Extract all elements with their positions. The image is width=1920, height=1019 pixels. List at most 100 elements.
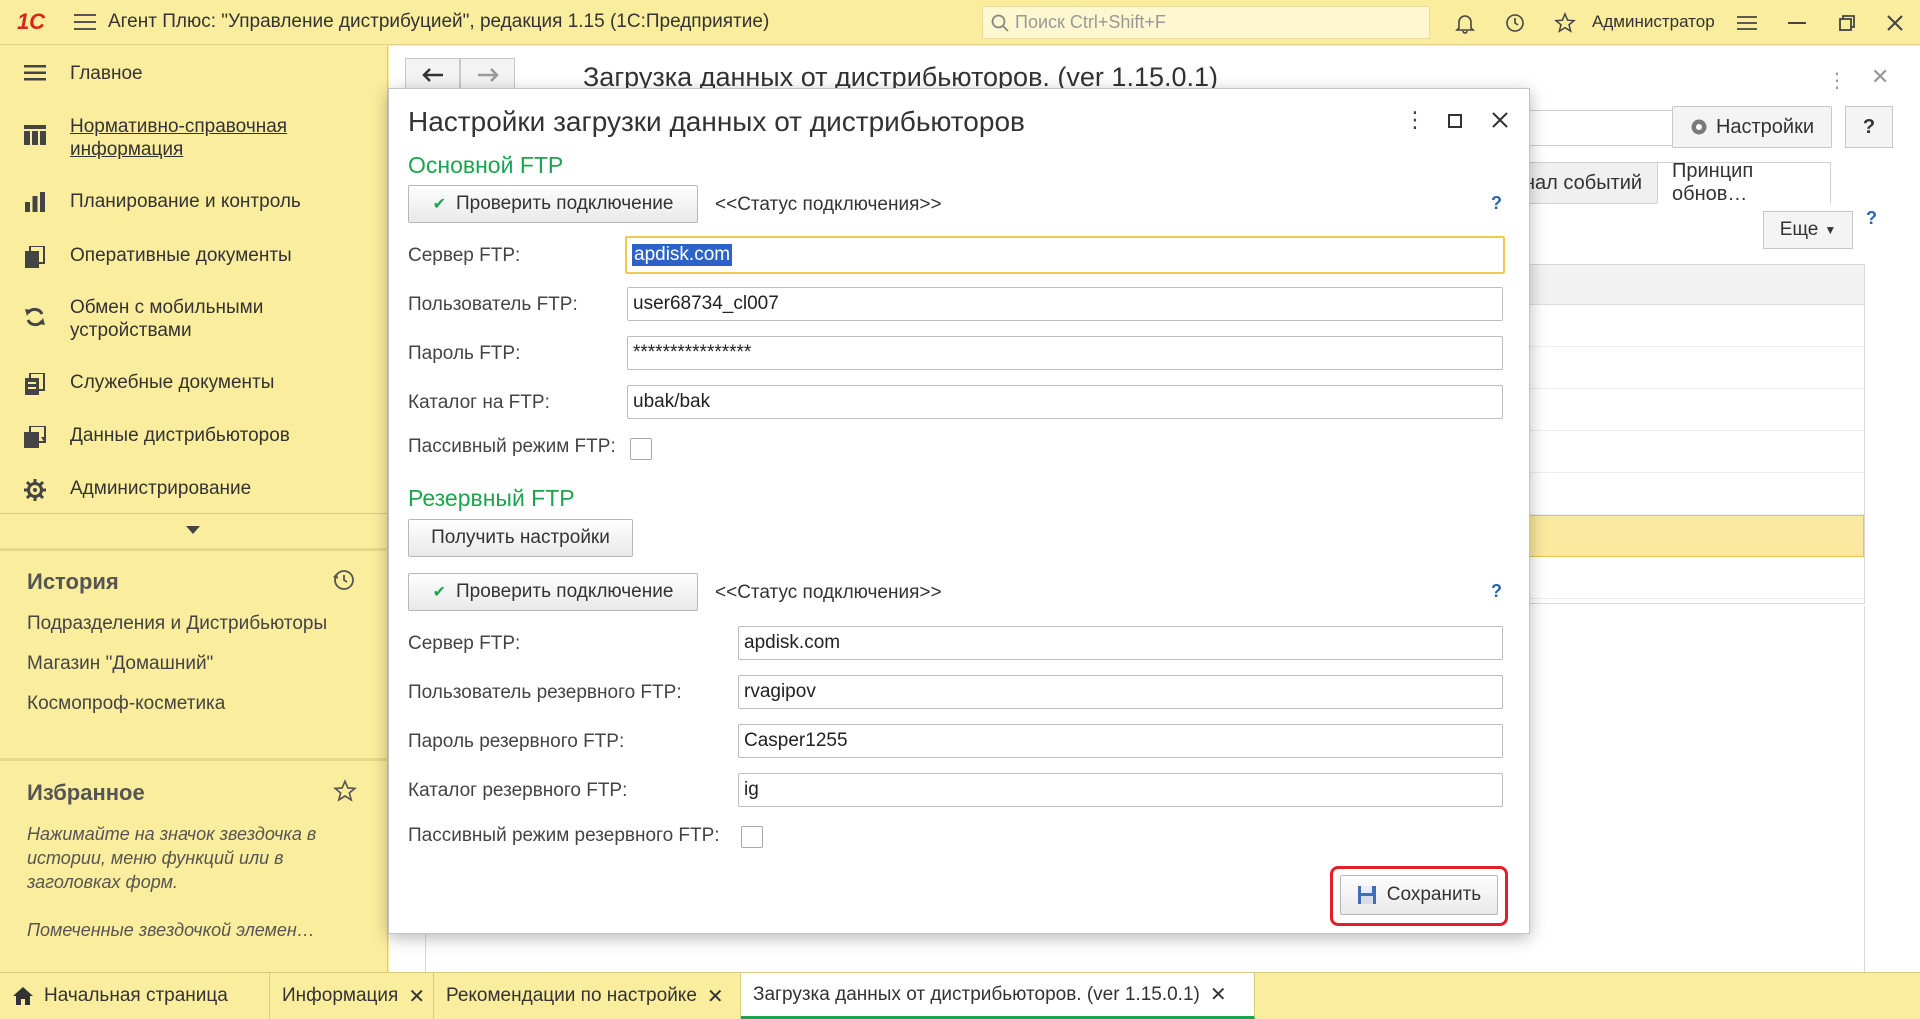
history-item[interactable]: Космопроф-косметика — [27, 693, 225, 715]
help-question-icon[interactable]: ? — [1491, 581, 1502, 602]
check-icon: ✔ — [432, 196, 446, 213]
favorites-star-icon[interactable] — [1540, 0, 1590, 45]
help-question-icon[interactable]: ? — [1866, 208, 1877, 229]
sidebar-item-reference[interactable]: Нормативно-справочная информация — [0, 115, 388, 161]
user-field[interactable]: user68734_cl007 — [627, 287, 1503, 321]
sidebar-item-label: Администрирование — [70, 478, 252, 499]
dialog-title: Настройки загрузки данных от дистрибьюто… — [408, 106, 1025, 137]
backup-user-field[interactable]: rvagipov — [738, 675, 1503, 709]
settings-menu-icon[interactable] — [1722, 0, 1772, 45]
tab-label: Рекомендации по настройке — [446, 985, 697, 1006]
sidebar-item-service-docs[interactable]: Служебные документы — [0, 371, 388, 395]
main-menu-icon[interactable] — [62, 0, 108, 45]
help-question-icon[interactable]: ? — [1491, 193, 1502, 214]
favorites-hint-2: Помеченные звездочкой элемен… — [27, 920, 315, 940]
service-docs-icon — [0, 371, 70, 395]
backup-passive-mode-label: Пассивный режим резервного FTP: — [408, 825, 720, 846]
search-icon — [991, 14, 1009, 32]
sidebar-item-operational-docs[interactable]: Оперативные документы — [0, 244, 388, 268]
server-value: apdisk.com — [632, 244, 733, 266]
check-connection-label: Проверить подключение — [456, 581, 674, 602]
catalog-label: Каталог на FTP: — [408, 392, 550, 413]
get-settings-button[interactable]: Получить настройки — [408, 519, 633, 557]
history-clock-icon[interactable] — [1490, 0, 1540, 45]
settings-button[interactable]: Настройки — [1672, 106, 1832, 148]
close-icon[interactable] — [1870, 0, 1920, 45]
close-tab-icon[interactable]: ✕ — [408, 984, 425, 1009]
backup-ftp-title: Резервный FTP — [408, 485, 575, 511]
close-tab-icon[interactable]: ✕ — [707, 984, 724, 1009]
tab-update-principle[interactable]: Принцип обнов… — [1657, 160, 1831, 205]
backup-server-field[interactable]: apdisk.com — [738, 626, 1503, 660]
maximize-icon[interactable] — [1447, 109, 1463, 135]
search-input[interactable]: Поиск Ctrl+Shift+F — [982, 6, 1430, 39]
back-arrow-icon[interactable] — [405, 58, 460, 92]
catalog-icon — [0, 115, 70, 145]
backup-catalog-field[interactable]: ig — [738, 773, 1503, 807]
server-label: Сервер FTP: — [408, 245, 521, 266]
close-tab-icon[interactable]: ✕ — [1210, 982, 1227, 1007]
favorites-star-icon[interactable] — [333, 779, 357, 808]
sidebar-item-label: Главное — [70, 63, 143, 84]
sidebar-item-label: Служебные документы — [70, 372, 275, 393]
more-button[interactable]: Еще ▼ — [1763, 211, 1853, 249]
tab-information[interactable]: Информация ✕ — [270, 973, 434, 1019]
close-icon[interactable] — [1491, 109, 1509, 135]
gear-icon — [1691, 119, 1707, 135]
notifications-bell-icon[interactable] — [1440, 0, 1490, 45]
sidebar-item-administration[interactable]: Администрирование — [0, 477, 388, 501]
distributor-data-icon — [0, 424, 70, 448]
server-field[interactable]: apdisk.com — [625, 236, 1505, 274]
catalog-field[interactable]: ubak/bak — [627, 385, 1503, 419]
primary-ftp-title: Основной FTP — [408, 152, 564, 178]
panel-separator — [0, 548, 388, 551]
favorites-hint: Нажимайте на значок звездочка в истории,… — [27, 824, 317, 892]
sidebar-item-label: Данные дистрибьюторов — [70, 425, 290, 446]
chevron-down-icon[interactable] — [186, 526, 200, 534]
check-backup-connection-button[interactable]: ✔ Проверить подключение — [408, 573, 698, 611]
backup-server-label: Сервер FTP: — [408, 633, 521, 654]
save-button[interactable]: Сохранить — [1340, 875, 1498, 915]
tab-distributor-data-load[interactable]: Загрузка данных от дистрибьюторов. (ver … — [741, 973, 1255, 1019]
sidebar-item-main[interactable]: Главное — [0, 62, 388, 85]
history-item[interactable]: Магазин "Домашний" — [27, 653, 213, 675]
tab-home[interactable]: Начальная страница — [0, 973, 270, 1019]
sidebar-item-planning[interactable]: Планирование и контроль — [0, 190, 388, 213]
bar-chart-icon — [0, 190, 70, 212]
sync-icon — [0, 296, 70, 328]
close-icon[interactable]: ✕ — [1871, 64, 1889, 90]
help-button[interactable]: ? — [1845, 106, 1893, 148]
passive-mode-checkbox[interactable] — [630, 438, 652, 460]
settings-button-label: Настройки — [1715, 115, 1815, 138]
backup-password-field[interactable]: Casper1255 — [738, 724, 1503, 758]
chevron-down-icon: ▼ — [1824, 223, 1837, 237]
backup-user-label: Пользователь резервного FTP: — [408, 682, 682, 703]
tab-recommendations[interactable]: Рекомендации по настройке ✕ — [434, 973, 741, 1019]
sidebar-item-label: Нормативно-справочная информация — [70, 116, 288, 160]
check-connection-button[interactable]: ✔ Проверить подключение — [408, 185, 698, 223]
more-options-icon[interactable]: ⋮ — [1827, 68, 1847, 93]
more-button-label: Еще — [1779, 219, 1819, 240]
history-clock-icon[interactable] — [332, 568, 356, 597]
minimize-icon[interactable] — [1772, 0, 1822, 45]
home-icon — [13, 987, 33, 1005]
check-connection-label: Проверить подключение — [456, 193, 674, 214]
save-button-label: Сохранить — [1386, 884, 1482, 905]
sidebar-item-mobile-exchange[interactable]: Обмен с мобильными устройствами — [0, 296, 388, 342]
user-name[interactable]: Администратор — [1592, 12, 1715, 32]
restore-icon[interactable] — [1822, 0, 1872, 45]
sidebar-item-label: Обмен с мобильными устройствами — [70, 297, 264, 341]
open-windows-bar: Начальная страница Информация ✕ Рекоменд… — [0, 972, 1920, 1019]
sidebar-item-distributor-data[interactable]: Данные дистрибьюторов — [0, 424, 388, 448]
tab-label: Начальная страница — [44, 985, 228, 1006]
check-icon: ✔ — [432, 584, 446, 601]
backup-passive-mode-checkbox[interactable] — [741, 826, 763, 848]
more-options-icon[interactable]: ⋮ — [1404, 107, 1426, 133]
sidebar-item-label: Планирование и контроль — [70, 191, 301, 212]
panel-separator — [0, 758, 388, 761]
password-field[interactable]: **************** — [627, 336, 1503, 370]
forward-arrow-icon[interactable] — [460, 58, 515, 92]
passive-mode-label: Пассивный режим FTP: — [408, 436, 616, 457]
tab-label: Информация — [282, 985, 399, 1006]
history-item[interactable]: Подразделения и Дистрибьюторы — [27, 613, 327, 635]
